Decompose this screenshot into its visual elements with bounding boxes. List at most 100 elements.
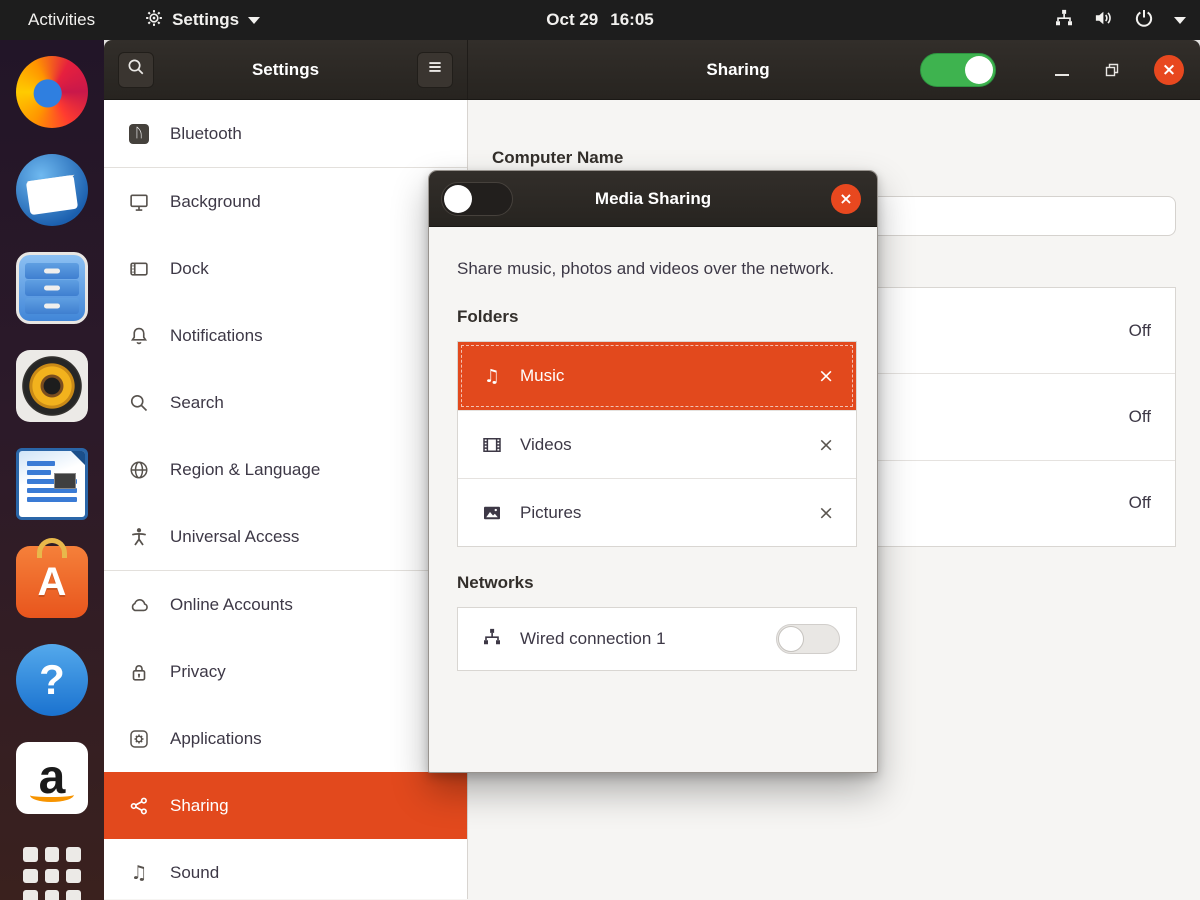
search-icon	[128, 392, 150, 414]
help-icon[interactable]: ?	[16, 644, 88, 716]
top-bar: Activities Settings Oct 29 16:05	[0, 0, 1200, 40]
folder-label: Pictures	[520, 503, 800, 523]
computer-name-heading: Computer Name	[492, 148, 623, 168]
sidebar-item-dock[interactable]: Dock	[104, 235, 467, 302]
networks-heading: Networks	[457, 573, 857, 593]
network-wired-icon	[482, 627, 502, 652]
media-sharing-dialog: Media Sharing × Share music, photos and …	[428, 170, 878, 773]
remove-folder-button[interactable]: ×	[818, 434, 834, 456]
remove-folder-button[interactable]: ×	[818, 365, 834, 387]
status-value: Off	[1129, 321, 1151, 341]
clock-date: Oct 29	[546, 10, 598, 30]
libreoffice-writer-icon[interactable]	[16, 448, 88, 520]
sidebar-item-label: Applications	[170, 729, 262, 749]
cloud-icon	[128, 594, 150, 616]
power-icon	[1134, 8, 1154, 33]
folder-row-music[interactable]: ♫ Music ×	[458, 342, 856, 410]
sidebar-item-label: Sound	[170, 863, 219, 883]
dialog-description: Share music, photos and videos over the …	[457, 257, 847, 281]
maximize-button[interactable]	[1104, 62, 1120, 78]
sidebar-item-label: Online Accounts	[170, 595, 293, 615]
window-controls: ×	[1054, 55, 1184, 85]
music-note-icon: ♫	[482, 366, 502, 386]
activities-button[interactable]: Activities	[24, 10, 99, 30]
dialog-titlebar[interactable]: Media Sharing ×	[429, 171, 877, 227]
close-button[interactable]: ×	[1154, 55, 1184, 85]
toggle-knob	[778, 626, 804, 652]
media-sharing-toggle[interactable]	[441, 182, 513, 216]
rhythmbox-icon[interactable]	[16, 350, 88, 422]
thunderbird-icon[interactable]	[16, 154, 88, 226]
clock-time: 16:05	[610, 10, 653, 30]
close-icon: ×	[1162, 60, 1176, 80]
picture-icon	[482, 503, 502, 523]
network-wired-icon	[1054, 8, 1074, 33]
dialog-body: Share music, photos and videos over the …	[429, 227, 877, 671]
search-button[interactable]	[118, 52, 154, 88]
music-note-icon: ♫	[128, 862, 150, 884]
globe-icon	[128, 459, 150, 481]
sidebar-item-bluetooth[interactable]: ᚢ Bluetooth	[104, 100, 467, 167]
sidebar-item-notifications[interactable]: Notifications	[104, 302, 467, 369]
status-value: Off	[1129, 493, 1151, 513]
panel-title: Sharing	[706, 60, 769, 80]
sidebar-item-label: Background	[170, 192, 261, 212]
hamburger-menu-icon	[426, 58, 444, 81]
network-row-wired[interactable]: Wired connection 1	[457, 607, 857, 671]
remove-folder-button[interactable]: ×	[818, 502, 834, 524]
chevron-down-icon	[248, 17, 260, 24]
dialog-close-button[interactable]: ×	[831, 184, 861, 214]
status-value: Off	[1129, 407, 1151, 427]
folder-row-pictures[interactable]: Pictures ×	[458, 478, 856, 546]
sidebar-item-label: Universal Access	[170, 527, 299, 547]
sidebar-item-privacy[interactable]: Privacy	[104, 638, 467, 705]
film-icon	[482, 435, 502, 455]
sidebar-item-label: Sharing	[170, 796, 229, 816]
close-icon: ×	[839, 189, 852, 208]
dock: A ? a	[0, 40, 104, 900]
sidebar-item-label: Search	[170, 393, 224, 413]
lock-icon	[128, 661, 150, 683]
folders-list: ♫ Music × Videos ×	[457, 341, 857, 547]
sidebar-item-label: Region & Language	[170, 460, 320, 480]
app-menu-label: Settings	[172, 10, 239, 30]
clock[interactable]: Oct 29 16:05	[546, 10, 653, 30]
sidebar-item-sharing[interactable]: Sharing	[104, 772, 467, 839]
search-icon	[127, 58, 145, 81]
titlebar[interactable]: Settings Sharing ×	[104, 40, 1200, 100]
app-menu[interactable]: Settings	[145, 9, 260, 32]
primary-menu-button[interactable]	[417, 52, 453, 88]
sidebar-item-sound[interactable]: ♫ Sound	[104, 839, 467, 900]
sidebar-item-applications[interactable]: Applications	[104, 705, 467, 772]
sharing-master-toggle[interactable]	[920, 53, 996, 87]
sidebar-item-universal-access[interactable]: Universal Access	[104, 503, 467, 570]
sidebar-item-online-accounts[interactable]: Online Accounts	[104, 571, 467, 638]
bell-icon	[128, 325, 150, 347]
minimize-button[interactable]	[1054, 62, 1070, 78]
folders-heading: Folders	[457, 307, 857, 327]
window-title: Settings	[154, 60, 417, 80]
network-toggle[interactable]	[776, 624, 840, 654]
sidebar-item-search[interactable]: Search	[104, 369, 467, 436]
sidebar-item-label: Privacy	[170, 662, 226, 682]
sidebar-item-label: Notifications	[170, 326, 263, 346]
system-status-area[interactable]	[1054, 8, 1186, 33]
gear-icon	[145, 9, 163, 32]
files-icon[interactable]	[16, 252, 88, 324]
accessibility-icon	[128, 526, 150, 548]
titlebar-right: Sharing ×	[468, 40, 1200, 99]
amazon-icon[interactable]: a	[16, 742, 88, 814]
sidebar-item-background[interactable]: Background	[104, 168, 467, 235]
folder-label: Videos	[520, 435, 800, 455]
volume-icon	[1094, 8, 1114, 33]
sidebar-item-region-language[interactable]: Region & Language	[104, 436, 467, 503]
toggle-knob	[965, 56, 993, 84]
share-icon	[128, 795, 150, 817]
ubuntu-software-icon[interactable]: A	[16, 546, 88, 618]
folder-row-videos[interactable]: Videos ×	[458, 410, 856, 478]
display-icon	[128, 191, 150, 213]
folder-label: Music	[520, 366, 800, 386]
app-grid-icon[interactable]	[23, 847, 81, 900]
network-label: Wired connection 1	[520, 629, 758, 649]
firefox-icon[interactable]	[16, 56, 88, 128]
